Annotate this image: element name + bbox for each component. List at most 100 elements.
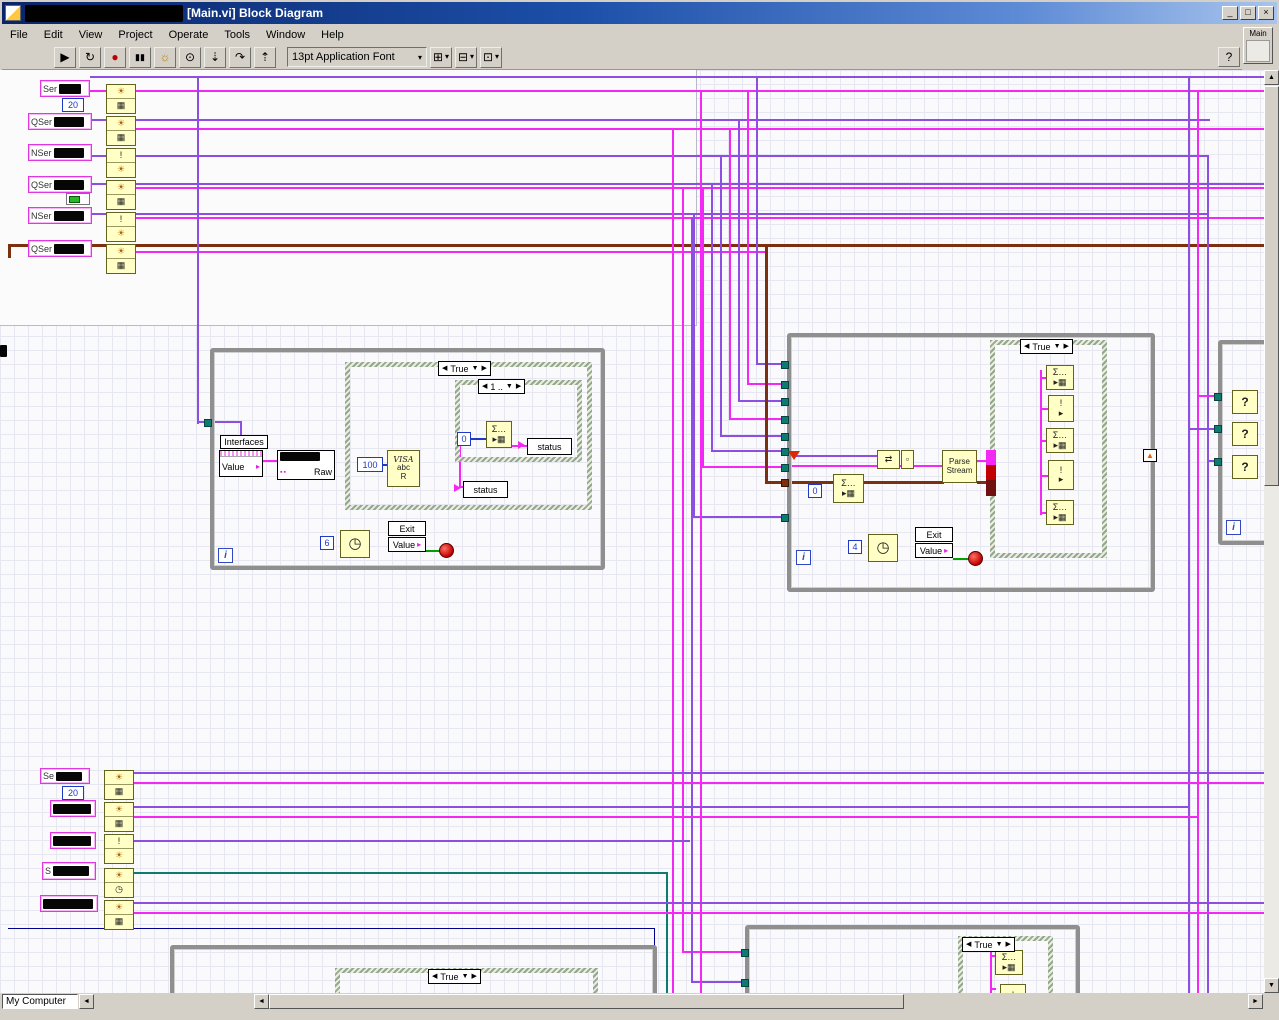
unknown-subvi[interactable]: ? xyxy=(1232,455,1258,479)
case-next-icon[interactable]: ▶ xyxy=(482,365,487,372)
queue-function-node[interactable]: ! ☀ xyxy=(106,212,136,242)
vi-icon-panel[interactable]: Main xyxy=(1243,27,1273,64)
terminal-nser[interactable]: NSer xyxy=(28,144,92,161)
array-sum-node[interactable]: Σ… ▸▦ xyxy=(1046,365,1074,390)
maximize-button[interactable]: □ xyxy=(1240,6,1256,20)
minimize-button[interactable]: _ xyxy=(1222,6,1238,20)
stop-button-terminal[interactable] xyxy=(968,551,983,566)
visa-configure-node[interactable]: VISA abc R xyxy=(387,450,420,487)
case-selector[interactable]: ◀ True ▼ ▶ xyxy=(1020,339,1073,354)
queue-function-node[interactable]: ☀ ▦ xyxy=(106,116,136,146)
property-node-value[interactable]: Value ▸ xyxy=(219,450,263,477)
pause-button[interactable]: ▮▮ xyxy=(129,46,151,68)
boolean-toggle[interactable] xyxy=(66,193,90,205)
array-sum-node[interactable]: Σ… ▸▦ xyxy=(486,421,512,448)
numeric-constant[interactable]: 20 xyxy=(62,786,84,800)
notify-node[interactable]: ! xyxy=(1000,984,1026,993)
menu-window[interactable]: Window xyxy=(258,26,313,44)
run-continuous-button[interactable]: ↻ xyxy=(79,46,101,68)
menu-view[interactable]: View xyxy=(71,26,111,44)
vertical-scroll-thumb[interactable] xyxy=(1264,86,1279,486)
horizontal-scroll-thumb[interactable] xyxy=(269,994,904,1009)
numeric-constant[interactable]: 100 xyxy=(357,457,383,472)
block-diagram-canvas[interactable]: ◀ True ▼ ▶ ◀ 1 .. ▼ ▶ ◀ True ▼ ▶ ◀ True ▼ ▶ ◀ True ▼ ▶ … xyxy=(0,70,1264,993)
terminal-qser[interactable]: QSer xyxy=(28,240,92,257)
scroll-up-button[interactable]: ▲ xyxy=(1264,70,1279,85)
case-prev-icon[interactable]: ◀ xyxy=(1024,343,1029,350)
queue-function-node[interactable]: ! ☀ xyxy=(104,834,134,864)
case-selector[interactable]: ◀ True ▼ ▶ xyxy=(428,969,481,984)
retain-wire-values-button[interactable]: ⊙ xyxy=(179,46,201,68)
local-variable-value[interactable]: Value ▸ xyxy=(388,537,426,552)
pane-scroll-left-button[interactable]: ◄ xyxy=(79,994,94,1009)
numeric-constant[interactable]: 4 xyxy=(848,540,862,554)
notify-node[interactable]: ! ▸ xyxy=(1048,395,1074,422)
step-into-button[interactable]: ⇣ xyxy=(204,46,226,68)
array-sum-node[interactable]: Σ… ▸▦ xyxy=(1046,428,1074,453)
reorder-dropdown[interactable]: ⊡ ▾ xyxy=(480,46,502,68)
free-label[interactable]: Interfaces xyxy=(220,435,268,449)
queue-function-node[interactable]: ☀ ◷ xyxy=(104,868,134,898)
swap-bytes-node[interactable]: ⇄ xyxy=(877,450,900,469)
terminal-redacted[interactable] xyxy=(50,832,96,849)
run-button[interactable]: ▶ xyxy=(54,46,76,68)
scroll-down-button[interactable]: ▼ xyxy=(1264,978,1279,993)
step-out-button[interactable]: ⇡ xyxy=(254,46,276,68)
case-dropdown-icon[interactable]: ▼ xyxy=(506,383,513,390)
menu-project[interactable]: Project xyxy=(110,26,160,44)
status-indicator[interactable]: status xyxy=(527,438,572,455)
close-button[interactable]: × xyxy=(1258,6,1274,20)
case-prev-icon[interactable]: ◀ xyxy=(432,973,437,980)
case-selector[interactable]: ◀ 1 .. ▼ ▶ xyxy=(478,379,526,394)
abort-button[interactable]: ● xyxy=(104,46,126,68)
queue-function-node[interactable]: ☀ ▦ xyxy=(106,84,136,114)
stop-button-terminal[interactable] xyxy=(439,543,454,558)
terminal-redacted[interactable] xyxy=(40,895,98,912)
case-selector[interactable]: ◀ True ▼ ▶ xyxy=(438,361,491,376)
step-over-button[interactable]: ↷ xyxy=(229,46,251,68)
terminal-se[interactable]: Se xyxy=(40,768,90,784)
local-variable-value[interactable]: Value ▸ xyxy=(915,543,953,558)
numeric-constant[interactable]: 6 xyxy=(320,536,334,550)
menu-tools[interactable]: Tools xyxy=(216,26,258,44)
terminal-nser[interactable]: NSer xyxy=(28,207,92,224)
case-prev-icon[interactable]: ◀ xyxy=(482,383,487,390)
distribute-objects-dropdown[interactable]: ⊟ ▾ xyxy=(455,46,477,68)
menu-edit[interactable]: Edit xyxy=(36,26,71,44)
scroll-left-button[interactable]: ◄ xyxy=(254,994,269,1009)
queue-function-node[interactable]: ☀ ▦ xyxy=(106,180,136,210)
queue-function-node[interactable]: ☀ ▦ xyxy=(104,802,134,832)
case-next-icon[interactable]: ▶ xyxy=(1064,343,1069,350)
font-selector[interactable]: 13pt Application Font ▾ xyxy=(287,47,427,67)
queue-function-node[interactable]: ☀ ▦ xyxy=(104,770,134,800)
case-prev-icon[interactable]: ◀ xyxy=(966,941,971,948)
scroll-right-button[interactable]: ► xyxy=(1248,994,1263,1009)
wait-ms-node[interactable]: ◷ xyxy=(340,530,370,558)
status-indicator[interactable]: status xyxy=(463,481,508,498)
wait-ms-node[interactable]: ◷ xyxy=(868,534,898,562)
numeric-constant[interactable]: 0 xyxy=(457,432,471,446)
align-objects-dropdown[interactable]: ⊞ ▾ xyxy=(430,46,452,68)
highlight-execution-button[interactable]: ☼ xyxy=(154,46,176,68)
numeric-constant[interactable]: 0 xyxy=(808,484,822,498)
parse-stream-subvi[interactable]: Parse Stream xyxy=(942,450,977,483)
vertical-scrollbar[interactable]: ▲ ▼ xyxy=(1264,70,1279,993)
array-sum-node[interactable]: Σ… ▸▦ xyxy=(1046,500,1074,525)
case-prev-icon[interactable]: ◀ xyxy=(442,365,447,372)
unknown-subvi[interactable]: ? xyxy=(1232,422,1258,446)
case-selector[interactable]: ◀ True ▼ ▶ xyxy=(962,937,1015,952)
terminal-qser[interactable]: QSer xyxy=(28,176,92,193)
menu-file[interactable]: File xyxy=(2,26,36,44)
local-variable-exit[interactable]: Exit xyxy=(388,521,426,536)
case-next-icon[interactable]: ▶ xyxy=(472,973,477,980)
array-sum-node[interactable]: Σ… ▸▦ xyxy=(833,474,864,503)
menu-help[interactable]: Help xyxy=(313,26,352,44)
case-next-icon[interactable]: ▶ xyxy=(516,383,521,390)
numeric-constant[interactable]: 20 xyxy=(62,98,84,112)
queue-function-node[interactable]: ! ☀ xyxy=(106,148,136,178)
terminal-redacted[interactable] xyxy=(50,800,96,817)
menu-operate[interactable]: Operate xyxy=(161,26,217,44)
help-button[interactable]: ? xyxy=(1218,47,1240,67)
property-node-redacted[interactable]: ▪▪ Raw xyxy=(277,450,335,480)
case-next-icon[interactable]: ▶ xyxy=(1006,941,1011,948)
